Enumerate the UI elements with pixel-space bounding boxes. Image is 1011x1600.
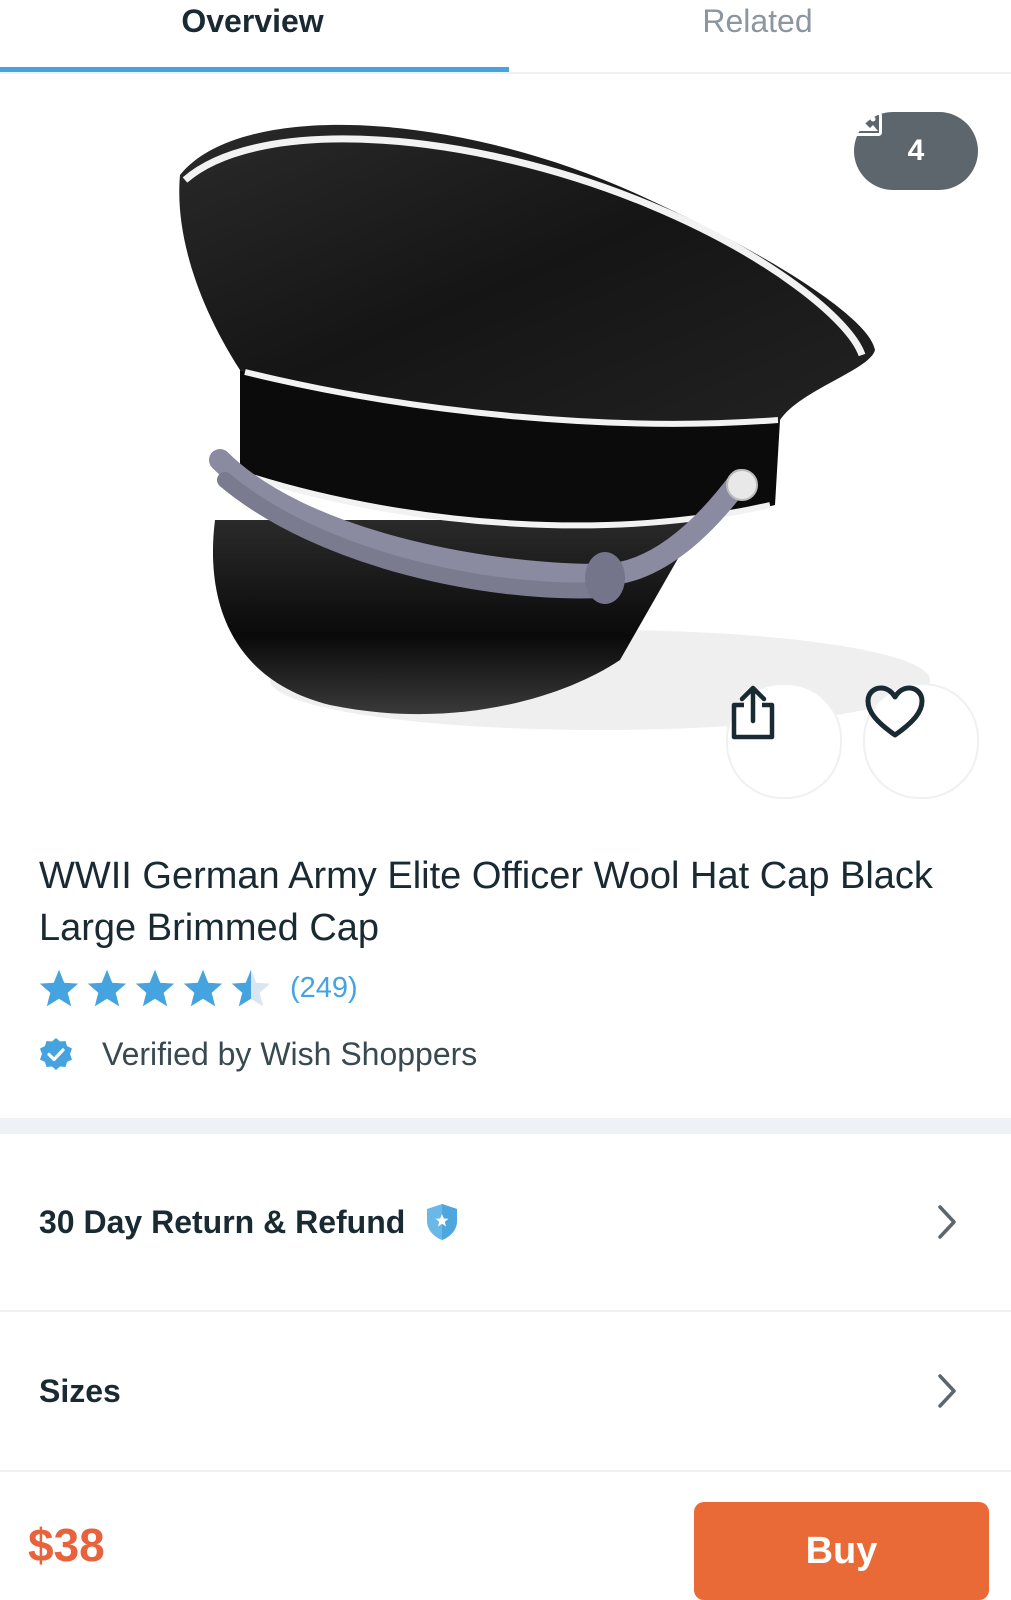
share-icon bbox=[731, 685, 775, 740]
product-image[interactable]: 4 bbox=[0, 74, 1011, 814]
verified-check-icon bbox=[40, 1037, 72, 1070]
image-icon bbox=[854, 112, 882, 136]
section-divider bbox=[0, 1118, 1011, 1134]
return-refund-label: 30 Day Return & Refund bbox=[39, 1203, 406, 1240]
star-full-icon bbox=[87, 969, 127, 1007]
tab-overview-label: Overview bbox=[181, 3, 324, 39]
sizes-row[interactable]: Sizes bbox=[0, 1312, 1011, 1472]
product-rating[interactable]: (249) bbox=[38, 968, 358, 1008]
rating-count: (249) bbox=[290, 971, 358, 1004]
share-button[interactable] bbox=[726, 683, 842, 799]
tab-bar: Overview Related bbox=[0, 0, 1011, 74]
star-full-icon bbox=[135, 969, 175, 1007]
tab-overview[interactable]: Overview bbox=[0, 0, 505, 72]
return-refund-row[interactable]: 30 Day Return & Refund bbox=[0, 1134, 1011, 1312]
product-title: WWII German Army Elite Officer Wool Hat … bbox=[39, 855, 933, 949]
price: $38 bbox=[28, 1519, 105, 1571]
shield-icon bbox=[427, 1204, 458, 1240]
star-full-icon bbox=[39, 969, 79, 1007]
star-half-icon bbox=[231, 969, 271, 1007]
buy-button[interactable]: Buy bbox=[694, 1502, 989, 1600]
photo-count-badge[interactable]: 4 bbox=[854, 112, 978, 190]
cap-illustration bbox=[179, 124, 930, 730]
chevron-right-icon bbox=[938, 1374, 956, 1408]
star-full-icon bbox=[183, 969, 223, 1007]
tab-related[interactable]: Related bbox=[505, 0, 1010, 72]
sizes-label: Sizes bbox=[39, 1372, 121, 1409]
heart-icon bbox=[865, 685, 925, 738]
active-tab-indicator bbox=[0, 67, 509, 72]
tab-related-label: Related bbox=[702, 3, 813, 39]
chevron-right-icon bbox=[938, 1205, 956, 1239]
verified-badge: Verified by Wish Shoppers bbox=[38, 1036, 477, 1073]
photo-count: 4 bbox=[907, 134, 925, 167]
verified-text: Verified by Wish Shoppers bbox=[102, 1036, 478, 1072]
wishlist-button[interactable] bbox=[863, 683, 979, 799]
